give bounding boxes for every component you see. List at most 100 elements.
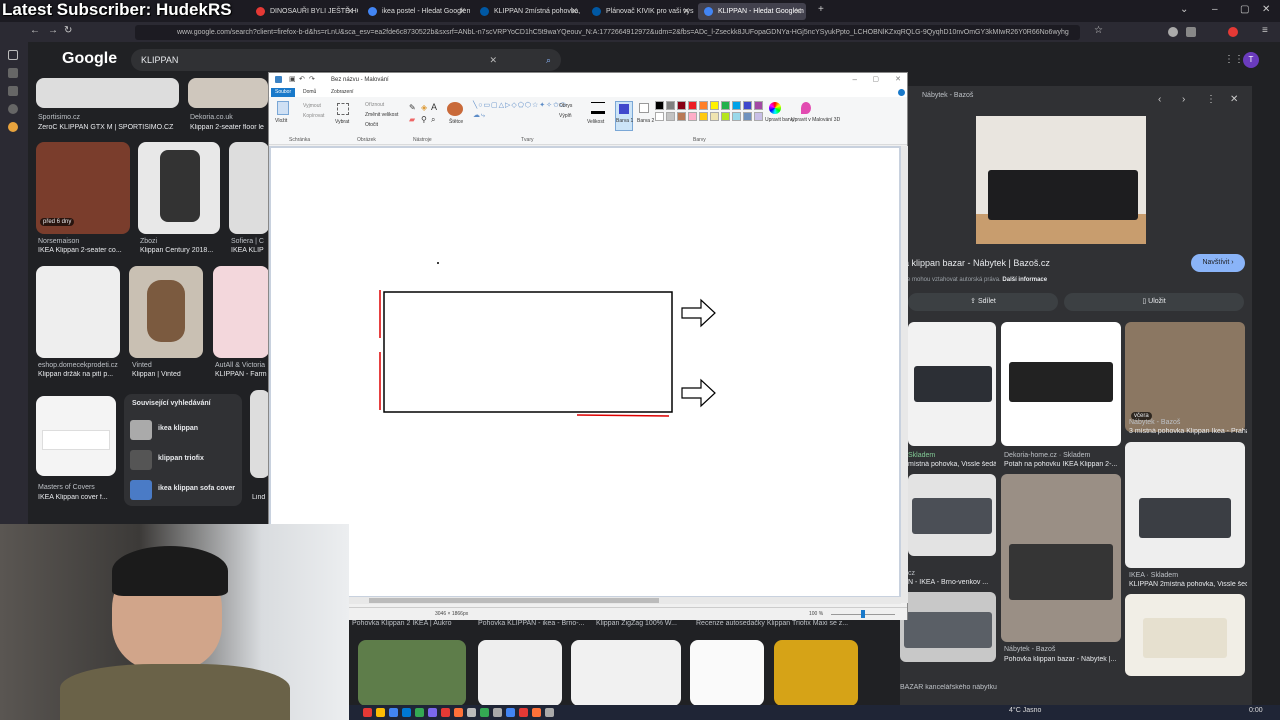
result-title[interactable]: Klippan | Vinted — [132, 371, 208, 378]
result-title[interactable]: KLIPPAN - Farm — [215, 371, 269, 378]
result-image[interactable] — [250, 390, 270, 478]
text-icon[interactable]: A — [431, 102, 437, 112]
tab-close-icon[interactable]: ✕ — [570, 3, 578, 20]
result-image[interactable] — [213, 266, 269, 358]
palette-swatch[interactable] — [677, 112, 686, 121]
clear-icon[interactable]: ✕ — [489, 49, 497, 71]
image-title[interactable]: 3 místná pohovka Klippan Ikea - Praha ..… — [1129, 428, 1247, 435]
palette-swatch[interactable] — [754, 112, 763, 121]
color-picker-icon[interactable]: ⚲ — [421, 115, 427, 124]
related-item[interactable]: klippan triofix — [158, 455, 204, 462]
result-image[interactable] — [129, 266, 203, 358]
crop-label[interactable]: Oříznout — [365, 102, 384, 108]
related-item[interactable]: ikea klippan — [158, 425, 198, 432]
image-title[interactable]: N - IKEA - Brno-venkov ... — [908, 579, 996, 586]
tab-view[interactable]: Zobrazení — [327, 88, 358, 97]
paint3d-label[interactable]: Upravit v Malování 3D — [791, 117, 840, 123]
horizontal-scrollbar[interactable] — [269, 597, 901, 604]
color1-selector[interactable] — [615, 101, 633, 131]
result-image[interactable]: před 6 dny — [36, 142, 130, 234]
preview-image[interactable] — [976, 116, 1146, 244]
palette-swatch[interactable] — [699, 101, 708, 110]
taskbar-app-icon[interactable] — [506, 708, 515, 717]
palette-swatch[interactable] — [677, 101, 686, 110]
result-title[interactable]: Klippan 2-seater floor le — [190, 124, 268, 131]
weather-widget[interactable]: 4°C Jasno — [1009, 707, 1041, 714]
redo-icon[interactable]: ↷ — [309, 73, 315, 87]
reload-icon[interactable]: ↻ — [64, 25, 72, 36]
fill-label[interactable]: Výplň — [559, 113, 572, 119]
palette-swatch[interactable] — [666, 101, 675, 110]
menu-icon[interactable]: ≡ — [1262, 25, 1268, 36]
result-title[interactable]: Klippan držák na pití p... — [38, 371, 124, 378]
taskbar-app-icon[interactable] — [467, 708, 476, 717]
taskbar-app-icon[interactable] — [376, 708, 385, 717]
tab-close-icon[interactable]: ✕ — [682, 3, 690, 20]
shapes-gallery[interactable]: ╲○▭▢△▷◇⬠⬡☆✦✧✩⬭☁⤷ — [473, 101, 566, 131]
palette-swatch[interactable] — [710, 112, 719, 121]
palette-swatch[interactable] — [743, 101, 752, 110]
image-title[interactable]: BAZAR kancelářského nábytku — [900, 684, 1020, 691]
address-bar[interactable]: www.google.com/search?client=firefox-b-d… — [135, 25, 1080, 40]
result-title[interactable]: IKEA KLIP — [231, 247, 269, 254]
result-title[interactable]: Klippan Century 2018... — [140, 247, 222, 254]
taskbar-app-icon[interactable] — [480, 708, 489, 717]
extensions-icon[interactable] — [1186, 27, 1196, 37]
select-icon[interactable] — [337, 103, 349, 115]
tab-close-icon[interactable]: ✕ — [346, 3, 354, 20]
undo-icon[interactable]: ↶ — [299, 73, 305, 87]
history-icon[interactable] — [8, 86, 18, 96]
minimize-icon[interactable]: – — [1212, 4, 1218, 15]
palette-swatch[interactable] — [655, 101, 664, 110]
new-tab-icon[interactable]: + — [818, 4, 824, 15]
palette-swatch[interactable] — [743, 112, 752, 121]
rotate-label[interactable]: Otočit — [365, 122, 378, 128]
taskbar-app-icon[interactable] — [493, 708, 502, 717]
size-icon[interactable] — [591, 102, 605, 114]
preview-title[interactable]: a klippan bazar - Nábytek | Bazoš.cz — [904, 258, 1050, 268]
result-image[interactable] — [229, 142, 269, 234]
pocket-icon[interactable] — [1168, 27, 1178, 37]
result-title[interactable]: IKEA Klippan cover f... — [38, 494, 124, 501]
related-image[interactable] — [1001, 474, 1121, 642]
browser-tab[interactable]: DINOSAUŘI BYLI JEŠTĚ HORŠÍ✕ — [250, 3, 358, 20]
copy-label[interactable]: Kopírovat — [303, 113, 324, 119]
palette-swatch[interactable] — [732, 101, 741, 110]
brushes-icon[interactable] — [447, 102, 463, 116]
palette-swatch[interactable] — [710, 101, 719, 110]
google-logo[interactable]: Google — [62, 50, 117, 68]
tab-list-icon[interactable]: ⌄ — [1180, 4, 1188, 15]
taskbar-app-icon[interactable] — [519, 708, 528, 717]
share-button[interactable]: ⇪ Sdílet — [908, 293, 1058, 311]
extension-sidebar-icon[interactable] — [8, 122, 18, 132]
bookmark-star-icon[interactable]: ☆ — [1094, 25, 1103, 36]
result-image[interactable] — [36, 78, 179, 108]
help-icon[interactable] — [898, 89, 905, 96]
tab-close-icon[interactable]: ✕ — [794, 3, 802, 20]
result-title[interactable]: Pohovka Klippan 2 IKEA | Aukro — [352, 620, 472, 627]
apps-icon[interactable]: ⋮⋮ — [1224, 54, 1244, 65]
tab-home[interactable]: Domů — [299, 88, 320, 97]
browser-tab[interactable]: KLIPPAN 2místná pohovka, Bor✕ — [474, 3, 582, 20]
related-image[interactable]: včera — [1125, 322, 1245, 432]
palette-swatch[interactable] — [721, 112, 730, 121]
result-image[interactable] — [36, 396, 116, 476]
result-image[interactable] — [188, 78, 268, 108]
more-info-link[interactable]: Další informace — [1002, 277, 1047, 283]
vertical-scrollbar[interactable] — [901, 146, 908, 603]
select-label[interactable]: Vybrat — [335, 119, 349, 125]
taskbar-app-icon[interactable] — [402, 708, 411, 717]
eraser-icon[interactable]: ▰ — [409, 115, 415, 124]
taskbar-app-icon[interactable] — [415, 708, 424, 717]
palette-swatch[interactable] — [732, 112, 741, 121]
taskbar-app-icon[interactable] — [389, 708, 398, 717]
result-image[interactable] — [478, 640, 562, 706]
related-image[interactable] — [908, 474, 996, 556]
palette-swatch[interactable] — [655, 112, 664, 121]
taskbar-app-icon[interactable] — [363, 708, 372, 717]
avatar[interactable]: T — [1243, 52, 1259, 68]
result-image[interactable] — [571, 640, 681, 706]
tab-close-icon[interactable]: ✕ — [458, 3, 466, 20]
related-image[interactable] — [1125, 442, 1245, 568]
browser-tab[interactable]: Plánovač KIVIK pro vaši vysněn✕ — [586, 3, 694, 20]
